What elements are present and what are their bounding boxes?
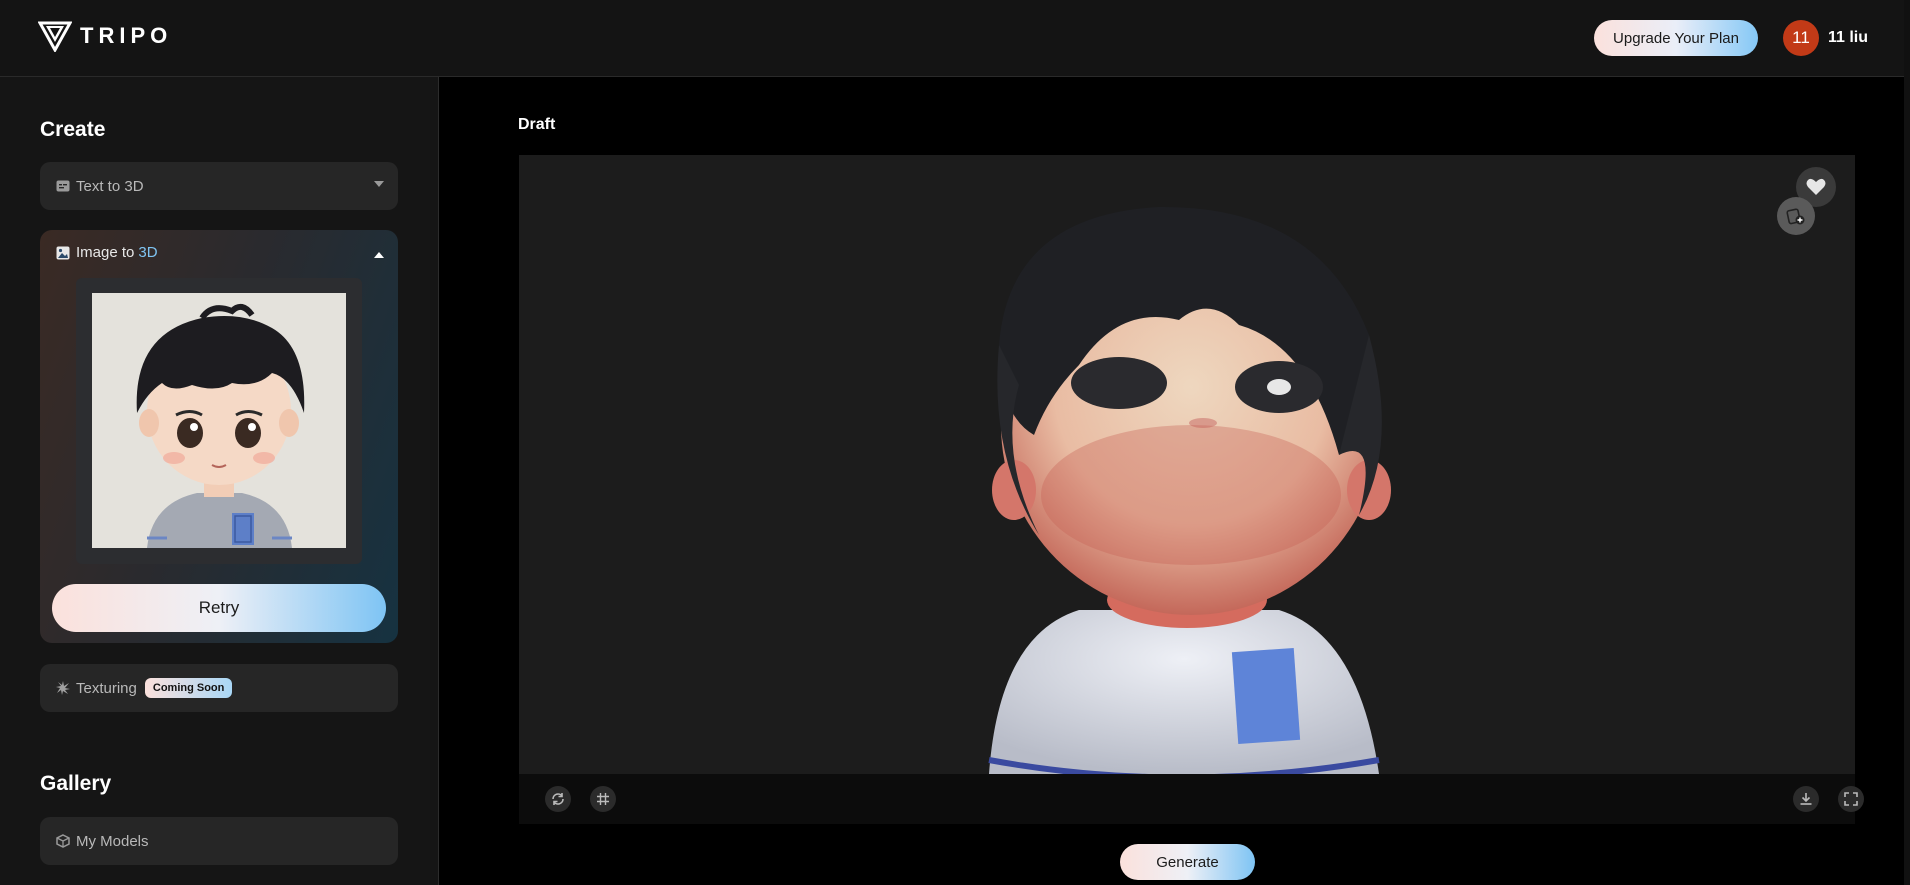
- tripo-logo-icon: [38, 21, 72, 52]
- chevron-down-icon[interactable]: [374, 181, 384, 187]
- rotate-icon: [552, 793, 564, 805]
- fullscreen-button[interactable]: [1838, 786, 1864, 812]
- avatar[interactable]: 11: [1783, 20, 1819, 56]
- image-to-3d-label: Image to: [76, 244, 135, 261]
- sidebar: Create Text to 3D Image to 3D Retry Text…: [0, 77, 439, 885]
- chevron-up-icon[interactable]: [374, 252, 384, 258]
- image-to-3d-header[interactable]: Image to 3D: [56, 244, 158, 261]
- create-title: Create: [40, 118, 106, 141]
- download-button[interactable]: [1793, 786, 1819, 812]
- user-menu[interactable]: 11 11 liu: [1783, 20, 1868, 56]
- heart-icon: [1806, 178, 1826, 195]
- text-to-3d-label: Text to 3D: [76, 177, 144, 195]
- download-icon: [1800, 793, 1812, 805]
- grid-button[interactable]: [590, 786, 616, 812]
- texturing-label: Texturing: [76, 679, 137, 697]
- image-to-3d-accent: 3D: [138, 244, 158, 261]
- page-scrollbar[interactable]: [1904, 0, 1910, 885]
- my-models-label: My Models: [76, 832, 149, 850]
- cube-icon: [56, 834, 70, 848]
- grid-icon: [597, 793, 609, 805]
- gallery-title: Gallery: [40, 772, 112, 795]
- image-icon: [56, 246, 70, 260]
- text-box-icon: [56, 179, 70, 193]
- generate-button[interactable]: Generate: [1120, 844, 1255, 880]
- image-to-3d-panel: Image to 3D Retry: [40, 230, 398, 643]
- model-viewport[interactable]: [519, 155, 1855, 774]
- upgrade-plan-button[interactable]: Upgrade Your Plan: [1594, 20, 1758, 56]
- texturing-panel[interactable]: Texturing Coming Soon: [40, 664, 398, 712]
- draft-label: Draft: [518, 116, 556, 133]
- coming-soon-badge: Coming Soon: [144, 678, 233, 698]
- user-name[interactable]: 11 liu: [1828, 29, 1868, 47]
- viewport-toolbar: [519, 774, 1864, 824]
- text-to-3d-panel[interactable]: Text to 3D: [40, 162, 398, 210]
- logo-text: TRIPO: [80, 23, 173, 48]
- my-models-panel[interactable]: My Models: [40, 817, 398, 865]
- fullscreen-icon: [1844, 792, 1858, 806]
- collection-add-icon: [1786, 208, 1805, 225]
- collection-add-button[interactable]: [1777, 197, 1815, 235]
- rotate-button[interactable]: [545, 786, 571, 812]
- retry-button[interactable]: Retry: [52, 584, 386, 632]
- top-bar: TRIPO Upgrade Your Plan 11 11 liu: [0, 0, 1910, 77]
- model-preview: [988, 206, 1391, 774]
- tripo-logo[interactable]: TRIPO: [38, 20, 172, 52]
- uploaded-image: [92, 293, 346, 548]
- sparkle-icon: [56, 681, 70, 695]
- main-content: Draft Generate: [440, 77, 1910, 885]
- uploaded-image-frame[interactable]: [76, 278, 362, 564]
